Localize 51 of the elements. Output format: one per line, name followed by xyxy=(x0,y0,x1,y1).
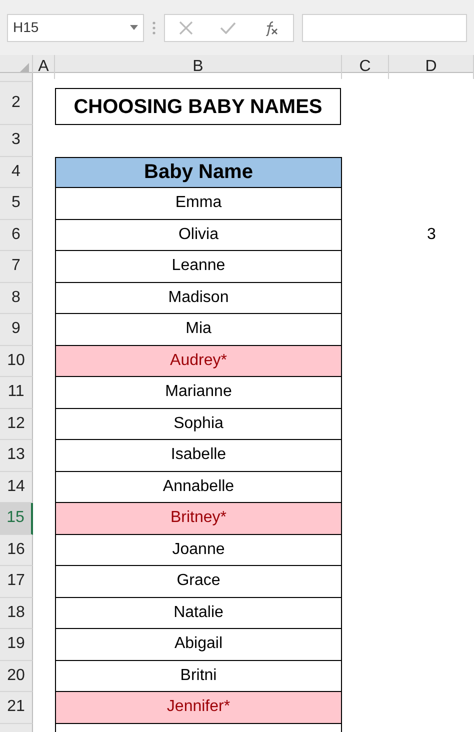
row-header[interactable] xyxy=(0,73,33,82)
column-header[interactable]: B xyxy=(55,55,342,79)
function-icon[interactable] xyxy=(263,20,280,36)
name-box[interactable]: H15 xyxy=(7,14,144,42)
cell-value: 3 xyxy=(427,225,436,246)
table-cell: Olivia xyxy=(55,220,342,251)
table-header-cell: Baby Name xyxy=(55,156,342,188)
title-box: CHOOSING BABY NAMES xyxy=(55,88,341,125)
table-cell: Natalie xyxy=(55,598,342,629)
row-header[interactable]: 13 xyxy=(0,440,33,472)
row-header[interactable]: 7 xyxy=(0,251,33,282)
row-header[interactable]: 11 xyxy=(0,377,33,408)
table-cell: Emma xyxy=(55,188,342,220)
table-cell: Joanne xyxy=(55,534,342,566)
row-header[interactable]: 2 xyxy=(0,82,33,125)
table-cell: Abigail xyxy=(55,629,342,660)
table-cell: Britney* xyxy=(55,503,342,534)
table-cell: Audrey* xyxy=(55,346,342,377)
table-cell: Isabelle xyxy=(55,440,342,472)
row-header[interactable]: 17 xyxy=(0,566,33,598)
row-header[interactable]: 15 xyxy=(0,503,33,534)
table-cell: Jennifer* xyxy=(55,692,342,724)
table-cell: Sophia xyxy=(55,408,342,440)
column-header[interactable]: D xyxy=(389,55,474,79)
row-header[interactable]: 14 xyxy=(0,472,33,503)
column-header[interactable]: C xyxy=(342,55,389,79)
table-cell: Grace xyxy=(55,566,342,598)
checkmark-icon[interactable] xyxy=(220,22,236,34)
row-header[interactable]: 6 xyxy=(0,220,33,251)
table-cell: Annabelle xyxy=(55,472,342,503)
cancel-icon[interactable] xyxy=(178,20,193,34)
formula-bar[interactable] xyxy=(302,14,467,42)
row-header[interactable]: 12 xyxy=(0,408,33,440)
table-cell: Leanne xyxy=(55,251,342,282)
row-header[interactable]: 18 xyxy=(0,598,33,629)
row-header[interactable]: 4 xyxy=(0,156,33,188)
row-header[interactable]: 20 xyxy=(0,660,33,692)
dropdown-caret-icon xyxy=(130,25,138,30)
row-header[interactable]: 16 xyxy=(0,534,33,566)
row-header[interactable]: 21 xyxy=(0,692,33,724)
table-cell: Mia xyxy=(55,314,342,346)
row-header[interactable]: 9 xyxy=(0,314,33,346)
row-header[interactable]: 5 xyxy=(0,188,33,220)
row-header[interactable]: 10 xyxy=(0,346,33,377)
table-cell: Marianne xyxy=(55,377,342,408)
drag-handle-icon xyxy=(152,20,156,34)
table-cell: Madison xyxy=(55,282,342,314)
row-header[interactable]: 8 xyxy=(0,282,33,314)
table-cell: Britni xyxy=(55,660,342,692)
row-header[interactable]: 19 xyxy=(0,629,33,660)
row-header[interactable]: 3 xyxy=(0,125,33,156)
